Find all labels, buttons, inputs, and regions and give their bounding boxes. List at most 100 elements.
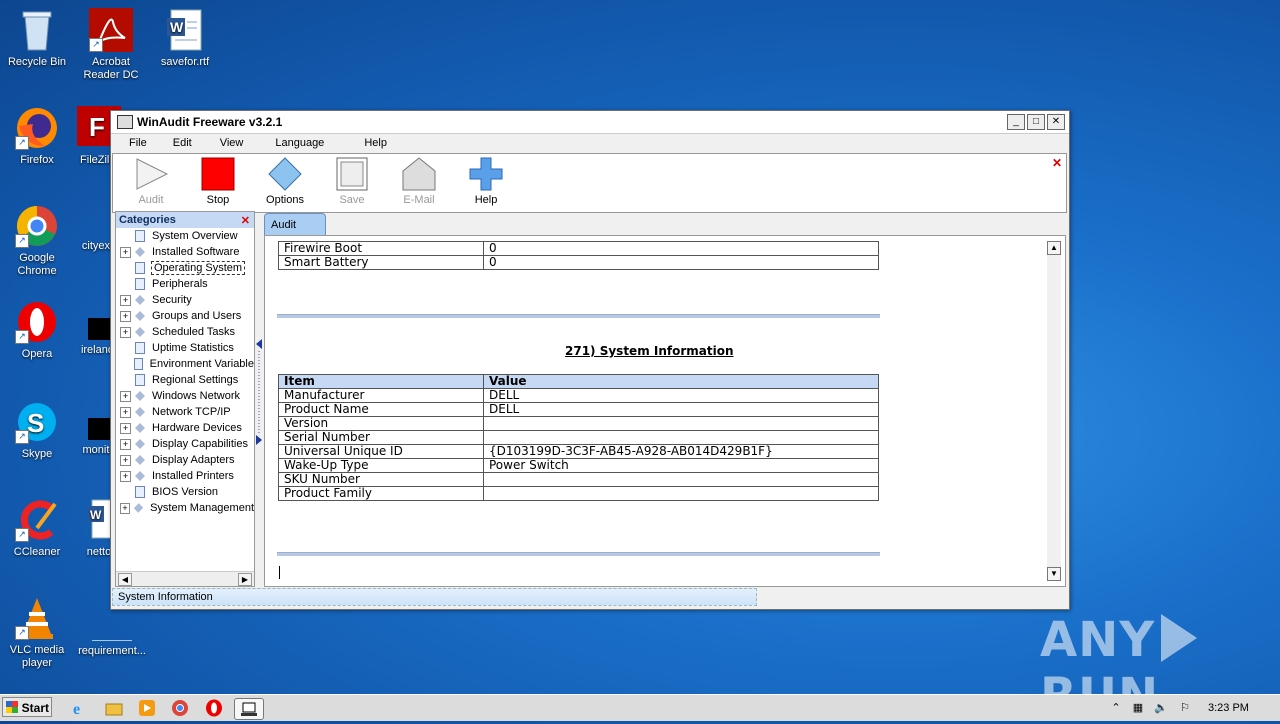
scroll-right-arrow-icon[interactable]: ▶	[238, 573, 252, 586]
play-logo-icon	[1161, 614, 1198, 662]
category-item[interactable]: Uptime Statistics	[116, 340, 254, 356]
menu-file[interactable]: File	[129, 137, 147, 149]
save-button[interactable]: Save	[319, 156, 385, 206]
expand-plus-icon[interactable]: +	[120, 390, 131, 402]
table-cell: Product Name	[278, 402, 484, 417]
category-item[interactable]: + Installed Printers	[116, 468, 254, 484]
category-item[interactable]: Environment Variable	[116, 356, 254, 372]
internet-explorer-icon[interactable]: e	[70, 698, 90, 718]
diamond-icon	[135, 391, 145, 401]
category-item[interactable]: + Display Capabilities	[116, 436, 254, 452]
start-label: Start	[21, 701, 49, 715]
panel-splitter[interactable]	[256, 335, 264, 455]
expand-plus-icon[interactable]: +	[120, 438, 131, 450]
expand-plus-icon[interactable]: +	[120, 454, 131, 466]
document-icon	[135, 374, 145, 386]
category-item[interactable]: + Display Adapters	[116, 452, 254, 468]
audit-report-view[interactable]: Firewire Boot 0 Smart Battery 0 271) Syste…	[264, 235, 1066, 587]
menu-view[interactable]: View	[220, 137, 244, 149]
help-plus-icon	[469, 157, 503, 191]
options-button[interactable]: Options	[252, 156, 318, 206]
expand-plus-icon[interactable]: +	[120, 470, 131, 482]
winaudit-taskbar-button[interactable]	[234, 698, 264, 720]
desktop-icon-label: VLC media player	[9, 644, 65, 669]
table-cell	[483, 472, 879, 487]
desktop-icon-label: Recycle Bin	[7, 56, 67, 68]
desktop-icon-acrobat[interactable]: ↗ Acrobat Reader DC	[74, 8, 148, 82]
category-item[interactable]: + Hardware Devices	[116, 420, 254, 436]
opera-icon: ↗	[15, 300, 59, 344]
table-row: Version	[278, 416, 879, 431]
scroll-up-arrow-icon[interactable]: ▲	[1047, 241, 1061, 255]
media-player-icon[interactable]	[137, 698, 157, 718]
table-cell: Serial Number	[278, 430, 484, 445]
svg-text:W: W	[90, 508, 102, 522]
volume-icon[interactable]: 🔈	[1154, 701, 1168, 715]
expand-plus-icon[interactable]: +	[120, 502, 131, 514]
desktop-icon-recycle-bin[interactable]: Recycle Bin	[0, 8, 74, 69]
desktop-icon-savefor[interactable]: W savefor.rtf	[148, 8, 222, 69]
diamond-icon	[135, 471, 145, 481]
scroll-down-arrow-icon[interactable]: ▼	[1047, 567, 1061, 581]
taskbar: Start e ⌃ ▦ 🔈 ⚐ 3:23 PM	[0, 694, 1280, 721]
network-icon[interactable]: ▦	[1131, 701, 1145, 715]
expand-plus-icon[interactable]: +	[120, 246, 131, 258]
categories-header: Categories ✕	[116, 212, 254, 228]
category-item[interactable]: + Windows Network	[116, 388, 254, 404]
categories-horizontal-scrollbar[interactable]: ◀ ▶	[116, 571, 254, 586]
desktop-icon-vlc[interactable]: ↗ VLC media player	[0, 596, 74, 670]
chrome-taskbar-icon[interactable]	[170, 698, 190, 718]
toolbar-close-icon[interactable]: ✕	[1052, 156, 1062, 170]
action-center-flag-icon[interactable]: ⚐	[1178, 701, 1192, 715]
category-item[interactable]: Operating System	[116, 260, 254, 276]
category-label: Installed Printers	[152, 470, 234, 482]
menu-help[interactable]: Help	[364, 137, 387, 149]
maximize-button[interactable]: □	[1027, 114, 1045, 130]
category-label: System Overview	[152, 230, 238, 242]
audit-button[interactable]: Audit	[118, 156, 184, 206]
title-bar[interactable]: WinAudit Freeware v3.2.1 _ □ ✕	[111, 111, 1069, 134]
expand-plus-icon[interactable]: +	[120, 310, 131, 322]
category-item[interactable]: + Installed Software	[116, 244, 254, 260]
category-item[interactable]: System Overview	[116, 228, 254, 244]
desktop-icon-label: Acrobat Reader DC	[83, 56, 139, 81]
report-vertical-scrollbar[interactable]: ▲ ▼	[1047, 241, 1061, 581]
scroll-left-arrow-icon[interactable]: ◀	[118, 573, 132, 586]
opera-taskbar-icon[interactable]	[204, 698, 224, 718]
table-row: Product Name DELL	[278, 402, 879, 417]
category-item[interactable]: + System Management	[116, 500, 254, 516]
menu-language[interactable]: Language	[275, 137, 324, 149]
category-item[interactable]: + Security	[116, 292, 254, 308]
category-item[interactable]: + Groups and Users	[116, 308, 254, 324]
show-hidden-icons-icon[interactable]: ⌃	[1109, 701, 1123, 715]
category-item[interactable]: Peripherals	[116, 276, 254, 292]
category-item[interactable]: + Network TCP/IP	[116, 404, 254, 420]
explorer-folder-icon[interactable]	[104, 698, 124, 718]
options-label: Options	[266, 194, 304, 206]
expand-plus-icon[interactable]: +	[120, 326, 131, 338]
table-cell: Power Switch	[483, 458, 879, 473]
stop-button[interactable]: Stop	[185, 156, 251, 206]
category-item[interactable]: Regional Settings	[116, 372, 254, 388]
minimize-button[interactable]: _	[1007, 114, 1025, 130]
expand-plus-icon[interactable]: +	[120, 406, 131, 418]
category-item[interactable]: BIOS Version	[116, 484, 254, 500]
tab-audit[interactable]: Audit	[264, 213, 326, 236]
email-button[interactable]: E-Mail	[386, 156, 452, 206]
desktop-icon-requirement[interactable]: requirement...	[74, 616, 150, 658]
close-button[interactable]: ✕	[1047, 114, 1065, 130]
diamond-icon	[135, 439, 145, 449]
categories-panel: Categories ✕ System Overview + Installed S…	[115, 211, 255, 587]
start-button[interactable]: Start	[2, 697, 52, 717]
email-label: E-Mail	[403, 194, 435, 206]
taskbar-clock[interactable]: 3:23 PM	[1208, 702, 1249, 714]
expand-plus-icon[interactable]: +	[120, 422, 131, 434]
help-button[interactable]: Help	[453, 156, 519, 206]
category-label: Peripherals	[152, 278, 208, 290]
categories-close-icon[interactable]: ✕	[241, 214, 250, 227]
menu-edit[interactable]: Edit	[173, 137, 192, 149]
svg-text:F: F	[89, 112, 105, 142]
section-divider	[277, 314, 880, 318]
category-item[interactable]: + Scheduled Tasks	[116, 324, 254, 340]
expand-plus-icon[interactable]: +	[120, 294, 131, 306]
